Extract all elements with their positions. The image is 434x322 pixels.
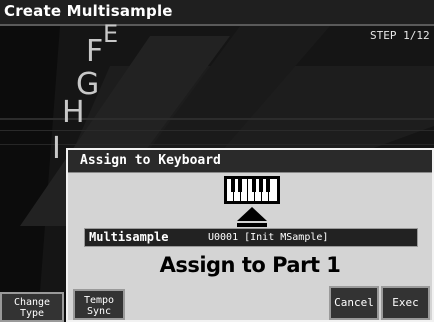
assign-to-keyboard-dialog: Assign to Keyboard Multisample U0001 [In… <box>66 148 434 322</box>
multisample-label: Multisample <box>89 230 169 244</box>
background-letter-e: E <box>103 20 119 48</box>
change-type-label-line1: Change <box>13 297 51 308</box>
up-arrow-icon <box>237 207 267 227</box>
keyboard-icon <box>224 176 280 204</box>
multisample-value: U0001 [Init MSample] <box>208 232 329 243</box>
multisample-field[interactable]: Multisample U0001 [Init MSample] <box>84 228 418 247</box>
tempo-sync-label-line1: Tempo <box>83 295 115 306</box>
screen-title: Create Multisample <box>4 2 173 20</box>
step-indicator: STEP 1/12 <box>370 29 430 42</box>
background-letter-f: F <box>86 34 104 69</box>
create-multisample-screen: Create Multisample STEP 1/12 E F G H I A… <box>0 0 434 322</box>
exec-button[interactable]: Exec <box>381 286 430 320</box>
cancel-button[interactable]: Cancel <box>329 286 379 320</box>
tempo-sync-button[interactable]: Tempo Sync <box>73 289 125 320</box>
change-type-button[interactable]: Change Type <box>0 292 64 322</box>
dialog-title-bar: Assign to Keyboard <box>68 150 432 173</box>
assign-part-text: Assign to Part 1 <box>159 253 341 277</box>
change-type-label-line2: Type <box>19 308 45 319</box>
background-letter-h: H <box>62 95 85 130</box>
tempo-sync-label-line2: Sync <box>86 306 112 317</box>
background-letter-i: I <box>52 131 61 166</box>
title-bar: Create Multisample <box>0 0 434 26</box>
dialog-title: Assign to Keyboard <box>80 153 221 168</box>
